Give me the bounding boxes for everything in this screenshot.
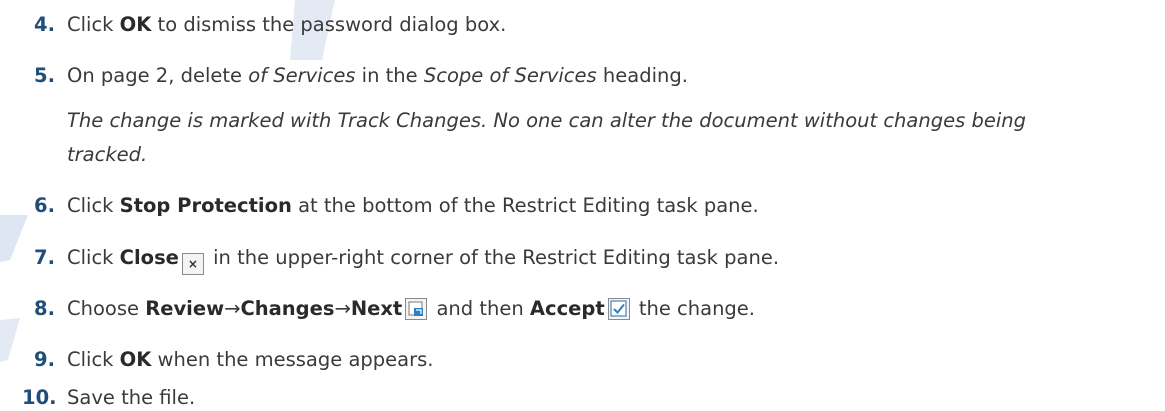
italic-term: Scope of Services bbox=[423, 64, 597, 87]
accept-change-icon bbox=[607, 298, 630, 320]
step-text: to dismiss the password dialog box. bbox=[151, 13, 507, 36]
step-text: Click bbox=[67, 194, 120, 217]
step-5: 5. On page 2, delete of Services in the S… bbox=[34, 63, 1159, 89]
step-text: at the bottom of the Restrict Editing ta… bbox=[291, 194, 759, 217]
step-text: and then bbox=[430, 297, 530, 320]
instruction-steps: 4. Click OK to dismiss the password dialo… bbox=[0, 0, 1165, 410]
step-7: 7. Click Close × in the upper-right corner… bbox=[34, 245, 1159, 275]
close-icon: × bbox=[181, 253, 204, 275]
bold-term: Review bbox=[145, 297, 225, 320]
bold-term: OK bbox=[119, 13, 152, 36]
step-number: 4. bbox=[34, 13, 55, 36]
step-5-note: The change is marked with Track Changes.… bbox=[67, 104, 1157, 172]
step-8: 8. Choose Review→Changes→Next and then Ac… bbox=[34, 296, 1159, 322]
step-9: 9. Click OK when the message appears. bbox=[34, 347, 1159, 373]
bold-term: Close bbox=[119, 246, 179, 269]
arrow-separator: → bbox=[334, 297, 351, 320]
step-text: Click bbox=[67, 13, 120, 36]
note-line-1: The change is marked with Track Changes.… bbox=[67, 109, 1026, 132]
bold-term: Changes bbox=[240, 297, 335, 320]
step-text: On page 2, delete bbox=[67, 64, 249, 87]
step-text: the change. bbox=[632, 297, 756, 320]
step-text: Choose bbox=[67, 297, 146, 320]
step-number: 5. bbox=[34, 64, 55, 87]
bold-term: OK bbox=[119, 348, 152, 371]
step-text: in the bbox=[355, 64, 424, 87]
step-text: in the upper-right corner of the Restric… bbox=[206, 246, 780, 269]
bold-term: Next bbox=[350, 297, 403, 320]
step-text: Click bbox=[67, 348, 120, 371]
bold-term: Stop Protection bbox=[119, 194, 292, 217]
step-text: Save the file. bbox=[67, 386, 196, 409]
step-number: 10. bbox=[22, 386, 57, 409]
step-text: heading. bbox=[596, 64, 688, 87]
next-change-icon bbox=[405, 298, 428, 320]
step-10: 10. Save the file. bbox=[22, 385, 1159, 411]
step-text: when the message appears. bbox=[151, 348, 434, 371]
step-6: 6. Click Stop Protection at the bottom of… bbox=[34, 193, 1159, 219]
step-number: 9. bbox=[34, 348, 55, 371]
step-text: Click bbox=[67, 246, 120, 269]
step-number: 7. bbox=[34, 246, 55, 269]
step-number: 8. bbox=[34, 297, 55, 320]
bold-term: Accept bbox=[529, 297, 605, 320]
step-number: 6. bbox=[34, 194, 55, 217]
arrow-separator: → bbox=[224, 297, 241, 320]
note-line-2: tracked. bbox=[67, 143, 148, 166]
italic-term: of Services bbox=[248, 64, 356, 87]
step-4: 4. Click OK to dismiss the password dialo… bbox=[34, 12, 1159, 38]
